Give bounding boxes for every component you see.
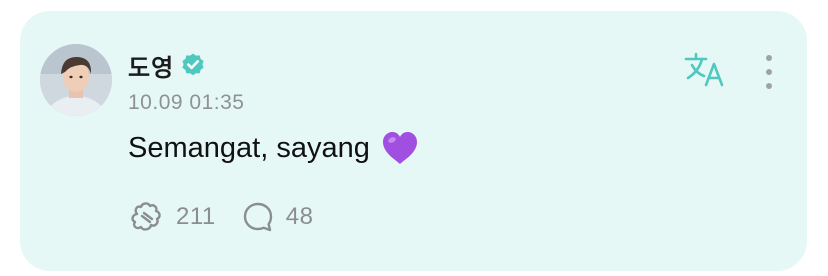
translate-icon [684, 52, 724, 87]
author-row: 도영 [128, 47, 206, 83]
verified-badge-icon [180, 52, 206, 78]
more-options-button[interactable] [762, 53, 776, 91]
post-timestamp: 10.09 01:35 [128, 91, 245, 114]
avatar[interactable] [40, 44, 112, 116]
translate-button[interactable] [684, 51, 728, 91]
post-card: 도영 10.09 01:35 Semangat, sayang 211 48 [20, 11, 807, 271]
comment-count: 48 [285, 203, 314, 230]
post-message: Semangat, sayang [128, 129, 420, 167]
more-vertical-icon [766, 55, 772, 89]
purple-heart-emoji [380, 129, 420, 167]
author-name[interactable]: 도영 [128, 48, 174, 83]
comment-button[interactable]: 48 [242, 201, 314, 233]
paw-like-icon [131, 202, 161, 231]
post-actions: 211 48 [128, 200, 313, 234]
message-text: Semangat, sayang [128, 131, 370, 164]
like-count: 211 [176, 203, 216, 230]
comment-bubble-icon [243, 202, 272, 232]
like-button[interactable]: 211 [128, 200, 216, 234]
